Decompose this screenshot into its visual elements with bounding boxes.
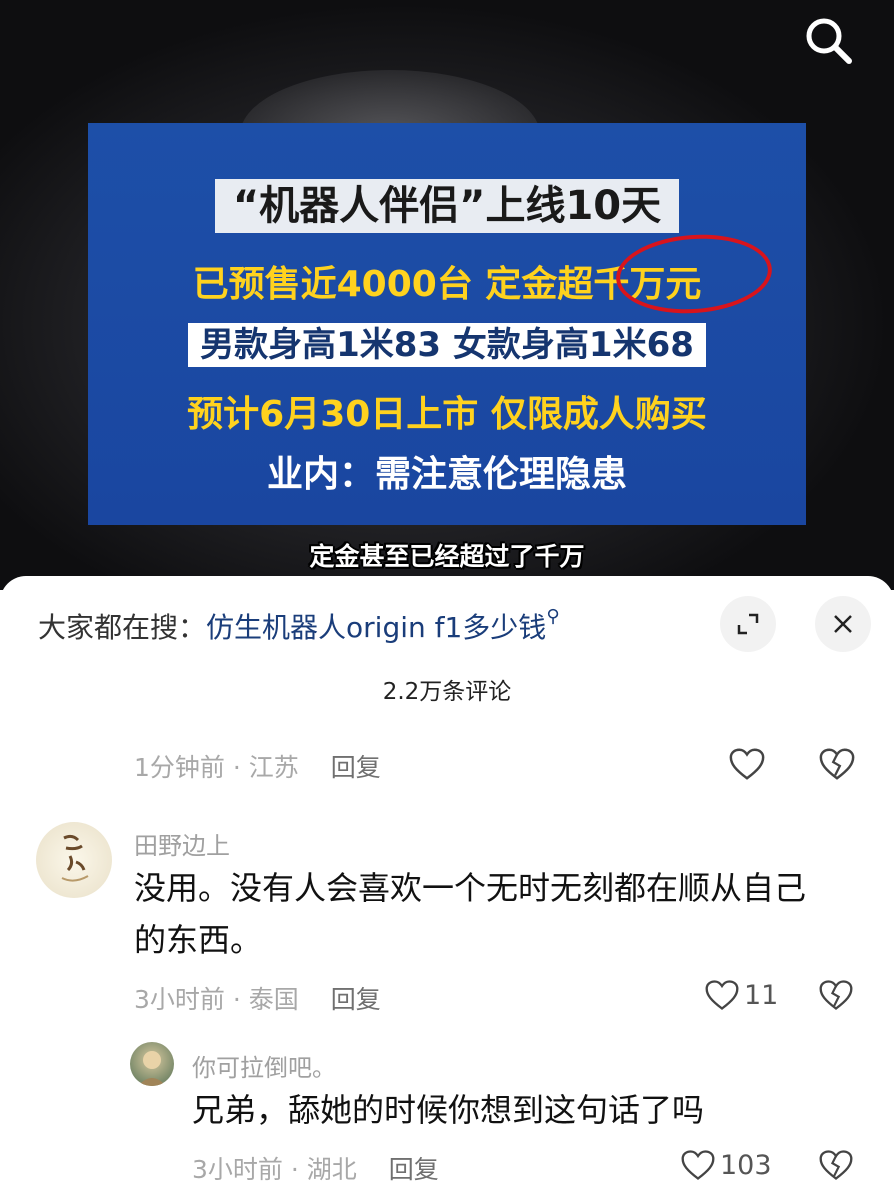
comments-panel: 大家都在搜：仿生机器人origin f1多少钱⚲ 2.2万条评论 1分钟前 · … (0, 576, 894, 1200)
headline-line-3: 男款身高1米83 女款身高1米68 (188, 323, 706, 367)
avatar[interactable] (36, 822, 112, 898)
expand-button[interactable] (720, 596, 776, 652)
heart-icon[interactable] (704, 978, 740, 1012)
comment-text: 没用。没有人会喜欢一个无时无刻都在顺从自己的东西。 (134, 869, 807, 959)
reply-button[interactable]: 回复 (389, 1155, 439, 1184)
like-count: 103 (720, 1150, 772, 1181)
broken-heart-icon[interactable] (818, 978, 854, 1012)
video-subtitle: 定金甚至已经超过了千万 (309, 542, 585, 571)
hot-search-query[interactable]: 仿生机器人origin f1多少钱 (206, 611, 546, 644)
search-icon[interactable] (800, 12, 856, 68)
comment-meta-row: 1分钟前 · 江苏 回复 (134, 753, 381, 782)
like-count: 11 (744, 980, 779, 1011)
news-headline-card: “机器人伴侣”上线10天 已预售近4000台 定金超千万元 男款身高1米83 女… (88, 123, 806, 525)
broken-heart-icon[interactable] (818, 746, 856, 782)
close-icon (834, 615, 852, 633)
headline-line-1: “机器人伴侣”上线10天 (214, 179, 680, 233)
reply-location: 湖北 (306, 1155, 357, 1184)
reply-meta-row: 3小时前 · 湖北 回复 (192, 1155, 439, 1184)
avatar[interactable] (130, 1042, 174, 1086)
reply-time: 3小时前 (192, 1155, 283, 1184)
heart-icon[interactable] (680, 1148, 716, 1182)
comment-location: 江苏 (248, 753, 299, 782)
reply-text: 兄弟，舔她的时候你想到这句话了吗 (192, 1091, 705, 1129)
comment-meta-row: 3小时前 · 泰国 回复 (134, 985, 381, 1014)
comment-location: 泰国 (248, 985, 299, 1014)
heart-icon[interactable] (728, 746, 766, 782)
video-player[interactable]: “机器人伴侣”上线10天 已预售近4000台 定金超千万元 男款身高1米83 女… (0, 0, 894, 590)
comment-time: 3小时前 (134, 985, 225, 1014)
comment-username[interactable]: 田野边上 (134, 826, 230, 861)
reply-username[interactable]: 你可拉倒吧。 (192, 1048, 336, 1083)
hot-search-bar[interactable]: 大家都在搜：仿生机器人origin f1多少钱⚲ (38, 606, 560, 646)
expand-icon (737, 613, 759, 635)
comment-time: 1分钟前 (134, 753, 225, 782)
headline-line-4: 预计6月30日上市 仅限成人购买 (187, 394, 707, 435)
broken-heart-icon[interactable] (818, 1148, 854, 1182)
hot-search-prefix: 大家都在搜： (38, 611, 207, 644)
small-search-icon: ⚲ (546, 606, 560, 627)
reply-button[interactable]: 回复 (331, 753, 381, 782)
reply-button[interactable]: 回复 (331, 985, 381, 1014)
close-button[interactable] (815, 596, 871, 652)
headline-line-5: 业内：需注意伦理隐患 (266, 454, 627, 495)
comment-count: 2.2万条评论 (382, 679, 512, 705)
